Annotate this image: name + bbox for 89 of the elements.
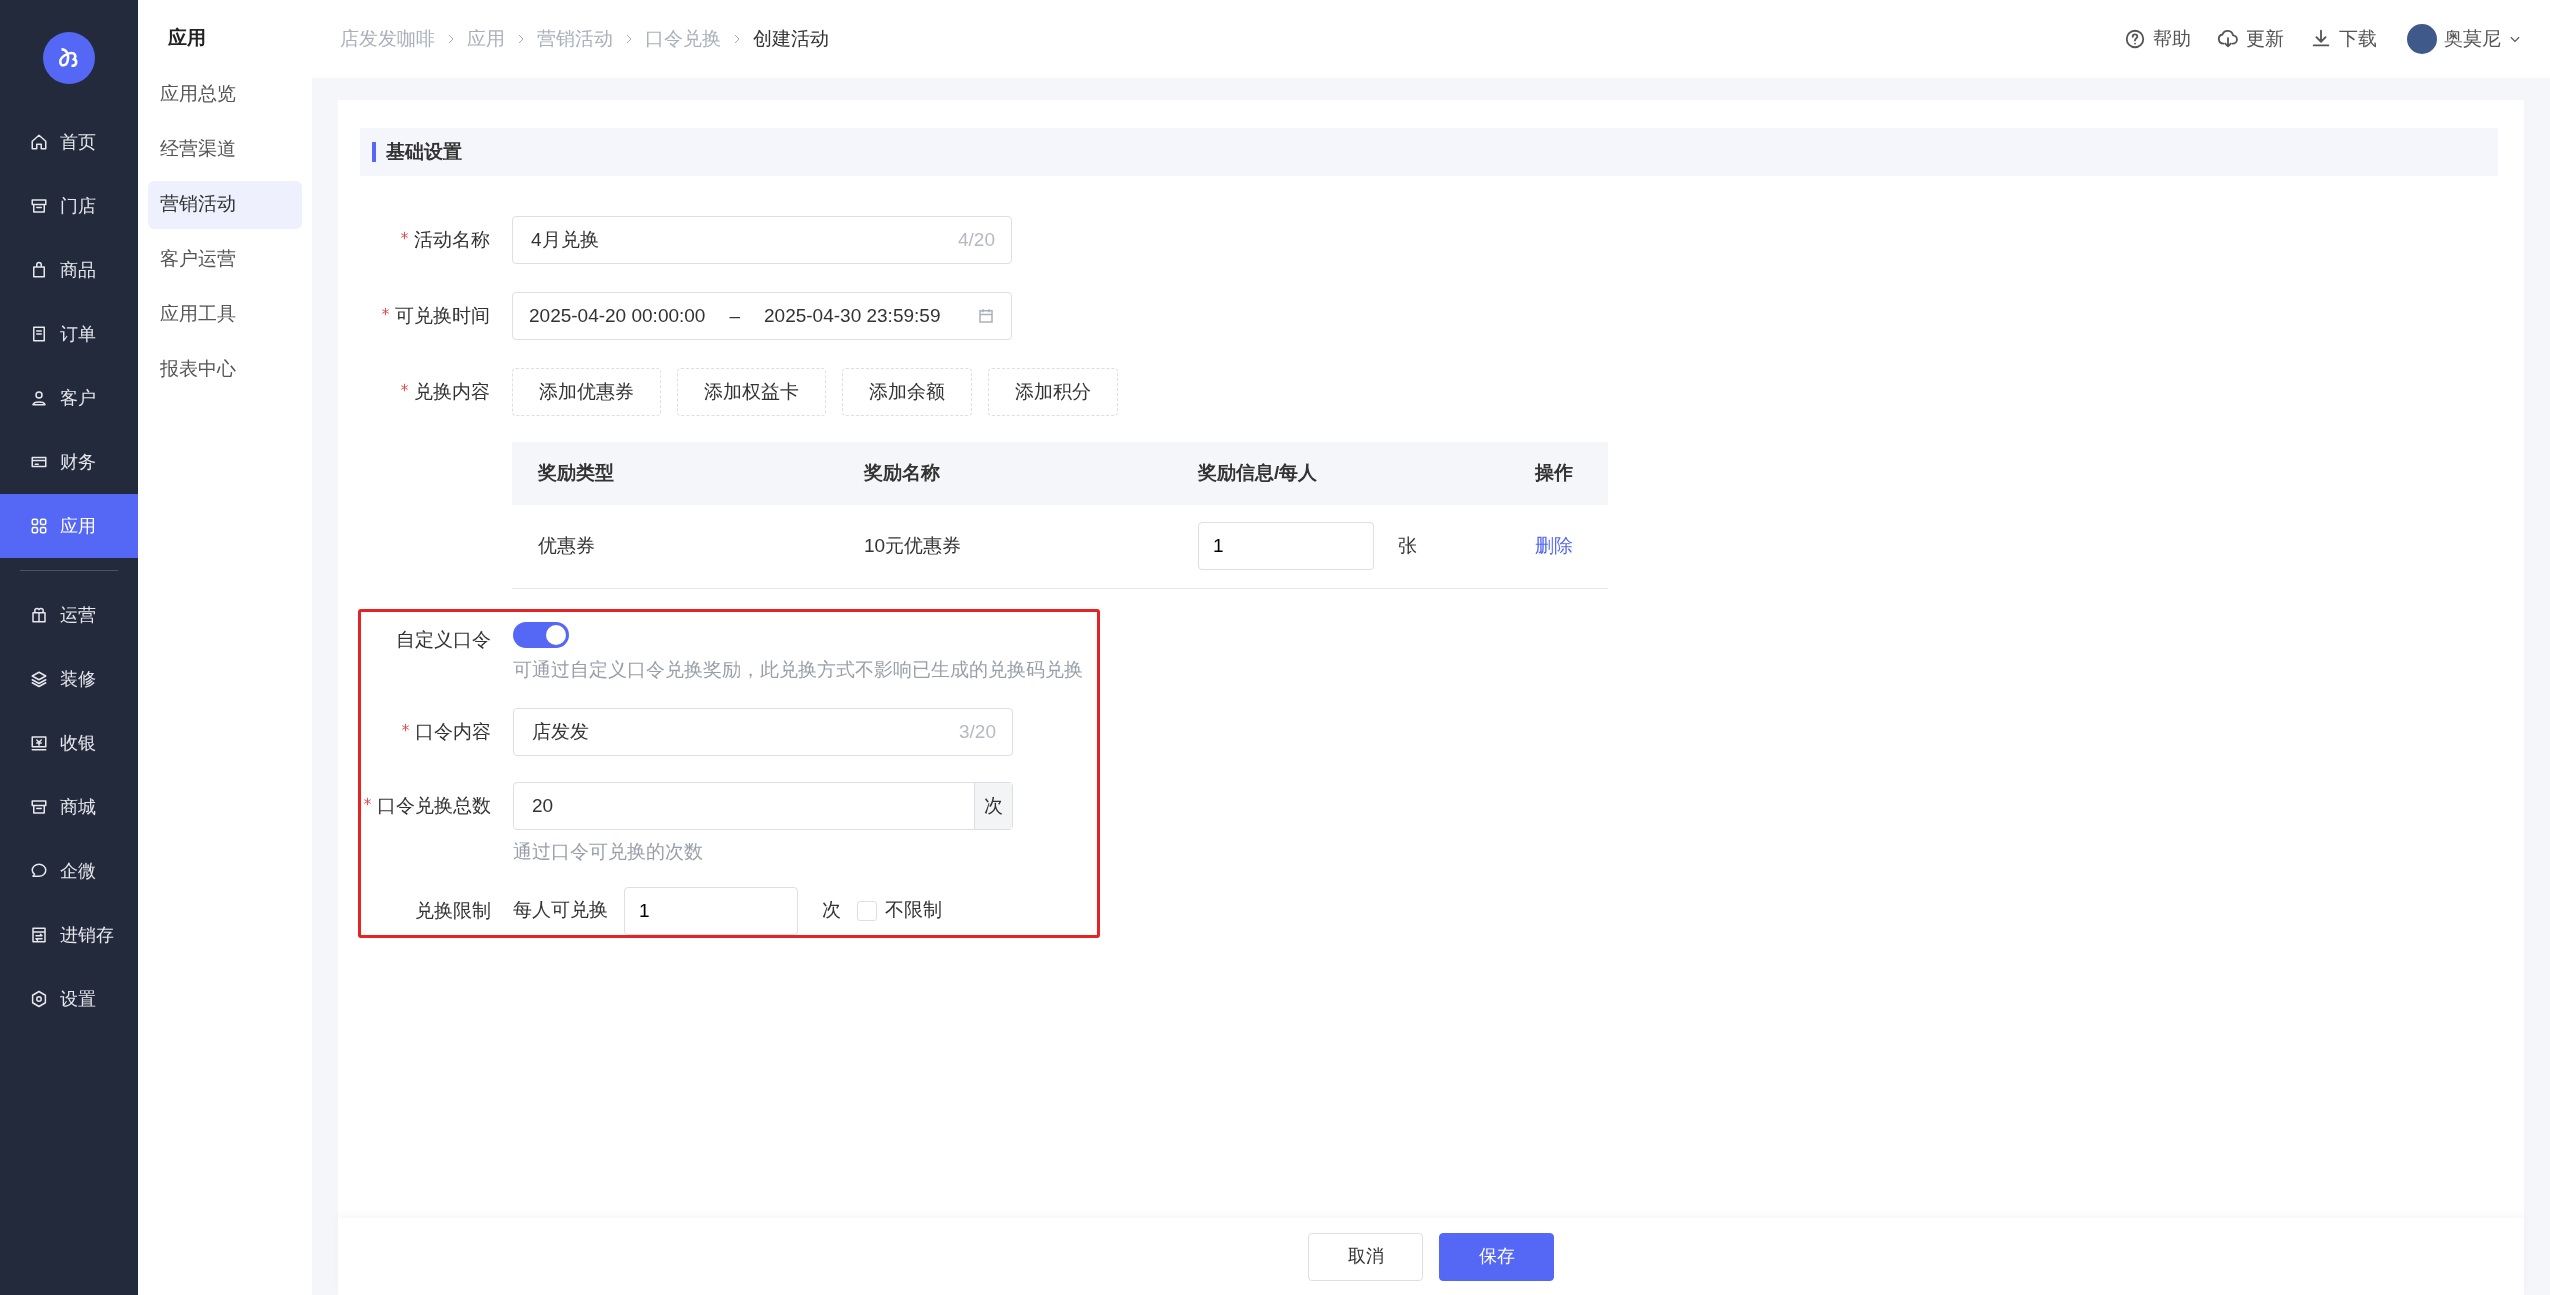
sidebar-item[interactable]: 设置 — [0, 967, 138, 1031]
field-label: 口令内容 — [361, 708, 491, 756]
field-label: 可兑换时间 — [360, 292, 490, 340]
table-cell: 10元优惠券 — [838, 505, 1172, 588]
chat-icon — [30, 862, 48, 880]
password-input[interactable]: 店发发 — [530, 716, 959, 748]
delete-link[interactable]: 删除 — [1535, 532, 1573, 561]
submenu-item[interactable]: 营销活动 — [148, 180, 302, 229]
unit-label: 次 — [822, 898, 841, 923]
range-separator: – — [729, 303, 740, 328]
field-label: 活动名称 — [360, 216, 490, 264]
settings-icon — [30, 990, 48, 1008]
checkbox-label: 不限制 — [885, 898, 942, 923]
field-label: 兑换限制 — [414, 898, 491, 923]
submenu-item[interactable]: 报表中心 — [148, 345, 302, 394]
sidebar-item[interactable]: 收银 — [0, 711, 138, 775]
submenu-item[interactable]: 客户运营 — [148, 235, 302, 284]
sidebar-item[interactable]: 进销存 — [0, 903, 138, 967]
bag-icon — [30, 261, 48, 279]
add-button[interactable]: 添加积分 — [988, 368, 1118, 416]
home-icon — [30, 133, 48, 151]
sidebar-item[interactable]: 企微 — [0, 839, 138, 903]
document-icon — [30, 325, 48, 343]
field-label: 自定义口令 — [395, 627, 491, 652]
hint-text: 可通过自定义口令兑换奖励，此兑换方式不影响已生成的兑换码兑换 — [513, 657, 1083, 682]
user-icon — [30, 389, 48, 407]
submenu-item[interactable]: 应用工具 — [148, 290, 302, 339]
cancel-button[interactable]: 取消 — [1308, 1232, 1423, 1281]
table-cell: 优惠券 — [512, 505, 838, 588]
add-button[interactable]: 添加余额 — [842, 368, 972, 416]
sidebar-item[interactable]: 财务 — [0, 430, 138, 494]
field-label: 兑换内容 — [360, 368, 490, 416]
submenu-item[interactable]: 应用总览 — [148, 70, 302, 119]
accent-bar — [372, 142, 376, 162]
user-menu-button[interactable]: 奥莫尼 — [2407, 24, 2522, 54]
activity-name-input[interactable]: 4月兑换 — [529, 224, 958, 256]
password-field[interactable]: 店发发 3/20 — [513, 708, 1013, 756]
total-count-field[interactable]: 20 次 — [513, 782, 1013, 830]
submenu-item[interactable]: 经营渠道 — [148, 125, 302, 174]
cashier-icon — [30, 734, 48, 752]
quantity-field[interactable]: 1 — [1198, 522, 1374, 571]
submenu-title: 应用 — [167, 26, 207, 50]
section-title: 基础设置 — [386, 139, 462, 164]
field-label: 口令兑换总数 — [361, 782, 491, 830]
column-header: 奖励信息/每人 — [1172, 442, 1509, 505]
avatar-icon — [2407, 24, 2437, 54]
grid-icon — [30, 517, 48, 535]
sidebar-item[interactable]: 运营 — [0, 583, 138, 647]
add-button[interactable]: 添加权益卡 — [677, 368, 826, 416]
layers-icon — [30, 670, 48, 688]
activity-name-field[interactable]: 4月兑换 4/20 — [512, 216, 1012, 264]
column-header: 奖励名称 — [838, 442, 1172, 505]
store-icon — [30, 798, 48, 816]
store-icon — [30, 197, 48, 215]
save-button[interactable]: 保存 — [1439, 1232, 1554, 1281]
column-header: 操作 — [1509, 442, 1608, 505]
calendar-icon — [977, 307, 995, 325]
limit-field[interactable]: 1 — [624, 886, 798, 935]
hint-text: 通过口令可兑换的次数 — [513, 840, 704, 864]
column-header: 奖励类型 — [512, 442, 838, 505]
sidebar-item[interactable]: 商品 — [0, 238, 138, 302]
sidebar-item[interactable]: 首页 — [0, 110, 138, 174]
sidebar-item[interactable]: 门店 — [0, 174, 138, 238]
breadcrumb-current: 创建活动 — [753, 26, 829, 51]
date-start: 2025-04-20 00:00:00 — [529, 303, 706, 328]
limit-prefix: 每人可兑换 — [513, 898, 608, 923]
total-count-input[interactable]: 20 — [530, 790, 974, 822]
sidebar-item[interactable]: 客户 — [0, 366, 138, 430]
cloud-download-icon — [2217, 28, 2239, 50]
date-range-field[interactable]: 2025-04-20 00:00:00 – 2025-04-30 23:59:59 — [512, 292, 1012, 340]
header-action-button[interactable]: 下载 — [2310, 24, 2377, 54]
add-button[interactable]: 添加优惠券 — [512, 368, 661, 416]
checkbox[interactable] — [857, 900, 877, 921]
toggle-switch[interactable] — [513, 621, 569, 648]
help-icon — [2124, 28, 2146, 50]
logo-icon — [43, 32, 95, 84]
sidebar-item[interactable]: 订单 — [0, 302, 138, 366]
sidebar-item[interactable]: 商城 — [0, 775, 138, 839]
date-end: 2025-04-30 23:59:59 — [764, 303, 942, 328]
header-action-button[interactable]: 帮助 — [2124, 24, 2191, 54]
character-counter: 4/20 — [958, 227, 995, 252]
header-action-button[interactable]: 更新 — [2217, 24, 2284, 54]
gift-icon — [30, 606, 48, 624]
unit-label: 张 — [1398, 534, 1417, 558]
sidebar-item[interactable]: 应用 — [0, 494, 138, 558]
unit-suffix: 次 — [974, 783, 1012, 829]
inventory-icon — [30, 926, 48, 944]
character-counter: 3/20 — [959, 719, 996, 744]
sidebar-item[interactable]: 装修 — [0, 647, 138, 711]
